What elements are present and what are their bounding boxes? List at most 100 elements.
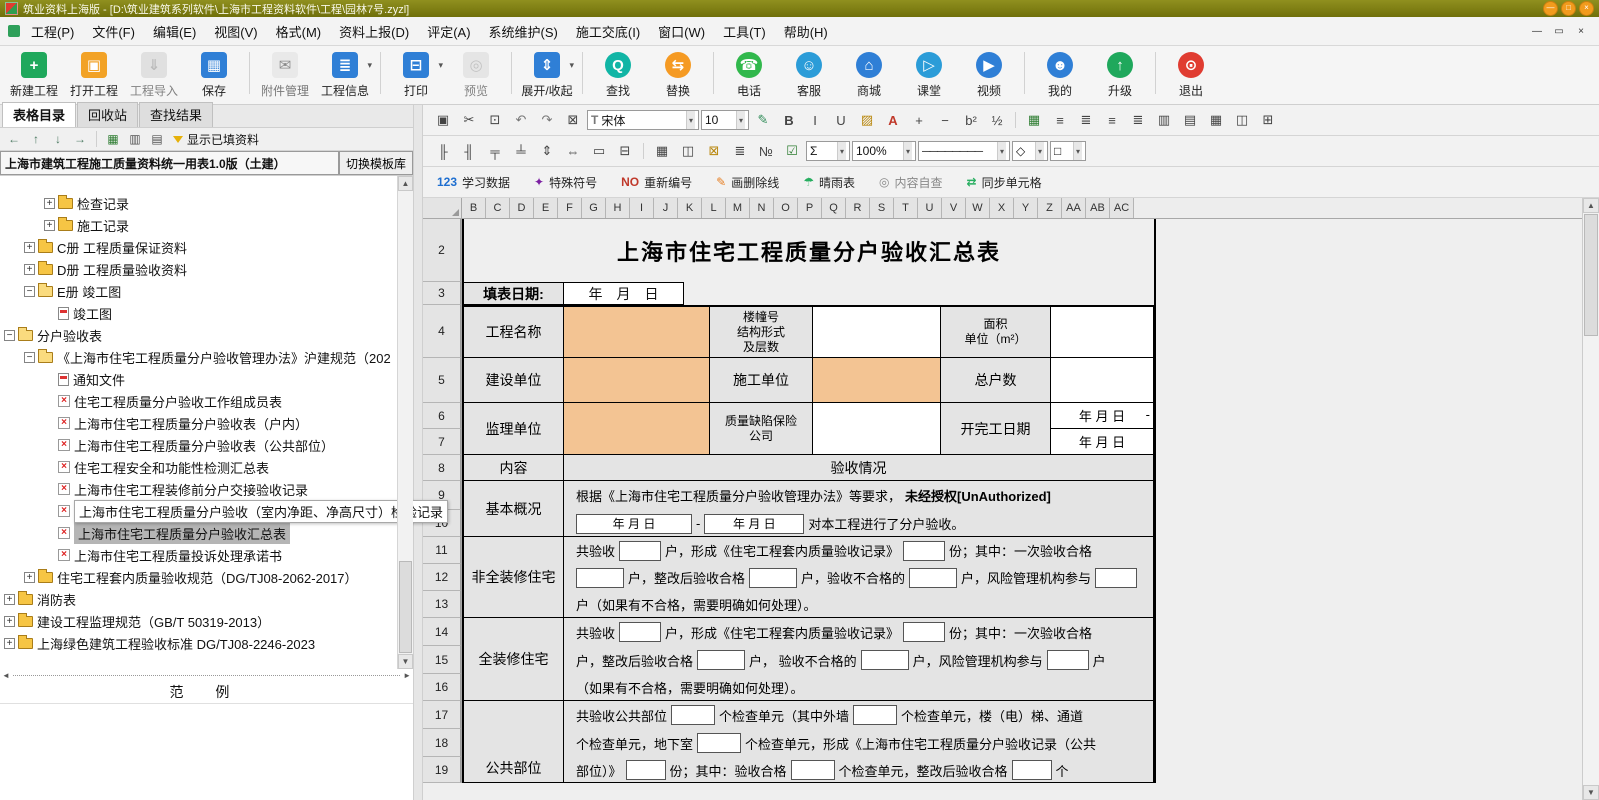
tree-hscrollbar[interactable]: ◄► [0, 669, 413, 681]
menu-data-report[interactable]: 资料上报(D) [330, 17, 418, 45]
expander-icon[interactable]: + [24, 242, 35, 253]
column-header[interactable]: AC [1110, 198, 1134, 218]
input-box[interactable] [791, 760, 835, 780]
menu-window[interactable]: 窗口(W) [649, 17, 714, 45]
area-input[interactable] [1051, 305, 1154, 358]
row-header[interactable]: 16 [423, 674, 461, 701]
row-header[interactable]: 19 [423, 757, 461, 783]
sheet-canvas[interactable]: 上海市住宅工程质量分户验收汇总表 填表日期: 年 月 日 工程名称 楼幢号 结构… [462, 219, 1582, 800]
open-project-button[interactable]: ▣打开工程 [64, 46, 124, 99]
format-painter-icon[interactable]: ✎ [751, 108, 775, 132]
tree-item[interactable]: 上海市住宅工程质量分户验收（室内净距、净高尺寸）检验记录 [0, 500, 448, 522]
formula-select[interactable]: Σ ▾ [806, 141, 850, 161]
phone-button[interactable]: ☎电话 [719, 46, 779, 99]
attachments-button[interactable]: ✉附件管理 [255, 46, 315, 99]
window-minimize-button[interactable]: — [1527, 22, 1547, 40]
line-style-select[interactable]: ──────── ▾ [918, 141, 1010, 161]
dropdown-arrow-icon[interactable]: ▾ [837, 142, 846, 160]
input-box[interactable] [861, 650, 909, 670]
row-header[interactable]: 5 [423, 358, 461, 403]
scroll-down-icon[interactable]: ▼ [1583, 785, 1599, 800]
weather-table-button[interactable]: ☂晴雨表 [803, 174, 855, 191]
row-header[interactable]: 11 [423, 537, 461, 564]
learn-data-button[interactable]: 123学习数据 [437, 174, 510, 191]
expander-icon[interactable]: + [24, 572, 35, 583]
expander-icon[interactable]: + [4, 616, 15, 627]
copy-node-icon[interactable]: ▥ [125, 129, 145, 149]
scroll-left-icon[interactable]: ◄ [2, 671, 10, 680]
tree-item[interactable]: 上海市住宅工程质量分户验收表（户内） [0, 412, 413, 434]
lock-cell-icon[interactable]: ⊠ [702, 139, 726, 163]
content-check-button[interactable]: ◎内容自查 [879, 174, 943, 191]
scroll-right-icon[interactable]: ► [403, 671, 411, 680]
tab-search-results[interactable]: 查找结果 [139, 102, 213, 127]
tree-item-selected[interactable]: 上海市住宅工程质量分户验收汇总表 [0, 522, 413, 544]
tree-item[interactable]: 上海市住宅工程装修前分户交接验收记录 [0, 478, 413, 500]
dropdown-arrow-icon[interactable]: ▾ [1035, 142, 1044, 160]
expand-all-icon[interactable]: ▦ [103, 129, 123, 149]
menu-help[interactable]: 帮助(H) [775, 17, 837, 45]
row-header[interactable]: 2 [423, 219, 461, 282]
developer-input[interactable] [564, 358, 710, 403]
fraction-icon[interactable]: ½ [985, 108, 1009, 132]
input-box[interactable] [671, 705, 715, 725]
tree-item[interactable]: +检查记录 [0, 192, 413, 214]
row-header[interactable]: 17 [423, 701, 461, 729]
dropdown-arrow-icon[interactable]: ▾ [438, 60, 443, 71]
copy-icon[interactable]: ⊡ [483, 108, 507, 132]
column-header[interactable]: C [486, 198, 510, 218]
tree-item[interactable]: +D册 工程质量验收资料 [0, 258, 413, 280]
align-justify-icon[interactable]: ≣ [1126, 108, 1150, 132]
column-header[interactable]: AA [1062, 198, 1086, 218]
scroll-down-icon[interactable]: ▼ [398, 654, 413, 669]
contractor-input[interactable] [813, 358, 941, 403]
menu-format[interactable]: 格式(M) [267, 17, 331, 45]
project-info-button[interactable]: ≣工程信息▾ [315, 46, 375, 99]
insert-row-above-icon[interactable]: ╤ [483, 139, 507, 163]
tree-item[interactable]: 上海市住宅工程质量投诉处理承诺书 [0, 544, 413, 566]
fill-date-input[interactable]: 年 月 日 [564, 282, 684, 305]
column-header[interactable]: B [462, 198, 486, 218]
merge-cells-icon[interactable]: ▭ [587, 139, 611, 163]
store-button[interactable]: ⌂商城 [839, 46, 899, 99]
numbered-list-icon[interactable]: ≣ [728, 139, 752, 163]
input-box[interactable] [697, 650, 745, 670]
dropdown-arrow-icon[interactable]: ▾ [903, 142, 912, 160]
bold-icon[interactable]: B [777, 108, 801, 132]
row-header[interactable]: 18 [423, 729, 461, 757]
exit-button[interactable]: ⊙退出 [1161, 46, 1221, 99]
input-box[interactable] [903, 541, 945, 561]
row-header[interactable]: 7 [423, 429, 461, 455]
tree-vscrollbar[interactable]: ▲ ▼ [397, 176, 413, 669]
tree-item[interactable]: −分户验收表 [0, 324, 413, 346]
menu-system-maintenance[interactable]: 系统维护(S) [480, 17, 567, 45]
dropdown-arrow-icon[interactable]: ▾ [1073, 142, 1082, 160]
new-project-button[interactable]: +新建工程 [4, 46, 64, 99]
align-left-icon[interactable]: ≡ [1048, 108, 1072, 132]
start-date-input[interactable]: 年 月 日 - [1051, 403, 1154, 429]
column-header[interactable]: R [846, 198, 870, 218]
scroll-thumb[interactable] [1584, 214, 1598, 336]
section-content-non-decorated[interactable]: 共验收户，形成《住宅工程套内质量验收记录》份；其中：一次验收合格 户，整改后验收… [564, 537, 1154, 618]
finish-date-input[interactable]: 年 月 日 [1051, 429, 1154, 455]
menu-tools[interactable]: 工具(T) [714, 17, 775, 45]
expander-icon[interactable]: + [44, 198, 55, 209]
section-content-decorated[interactable]: 共验收户，形成《住宅工程套内质量验收记录》份；其中：一次验收合格 户，整改后验收… [564, 618, 1154, 701]
column-header[interactable]: H [606, 198, 630, 218]
input-box[interactable] [697, 733, 741, 753]
nav-up-icon[interactable]: ↑ [26, 129, 46, 149]
column-header[interactable]: J [654, 198, 678, 218]
superscript-icon[interactable]: b² [959, 108, 983, 132]
insurance-company-input[interactable] [813, 403, 941, 455]
column-header[interactable]: N [750, 198, 774, 218]
import-project-button[interactable]: ⇓工程导入 [124, 46, 184, 99]
insert-image-icon[interactable]: ▦ [1022, 108, 1046, 132]
column-header[interactable]: U [918, 198, 942, 218]
zoom-select[interactable]: 100% ▾ [852, 141, 916, 161]
numbering-icon[interactable]: № [754, 139, 778, 163]
align-right-icon[interactable]: ≡ [1100, 108, 1124, 132]
split-icon[interactable]: ◫ [676, 139, 700, 163]
insert-col-right-icon[interactable]: ╢ [457, 139, 481, 163]
renumber-button[interactable]: NO重新编号 [621, 174, 692, 191]
underline-icon[interactable]: U [829, 108, 853, 132]
